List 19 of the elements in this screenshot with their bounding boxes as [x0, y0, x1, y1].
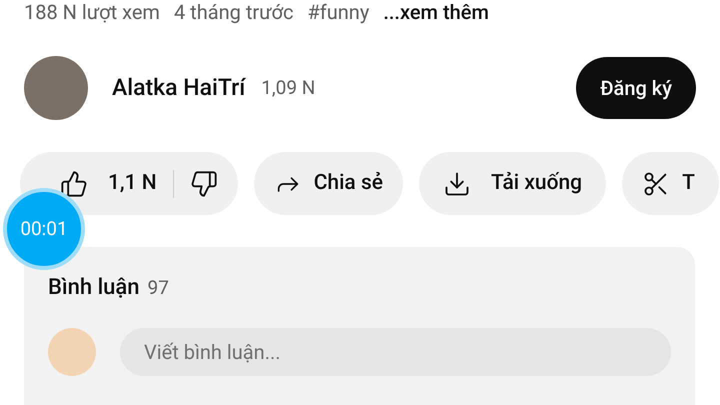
user-avatar: [48, 328, 96, 376]
share-button[interactable]: Chia sẻ: [254, 152, 404, 215]
channel-name[interactable]: Alatka HaiTrí: [112, 70, 246, 106]
hashtag-link[interactable]: #funny: [307, 0, 370, 24]
download-button[interactable]: Tải xuống: [419, 152, 606, 215]
subscribe-button[interactable]: Đăng ký: [576, 57, 696, 119]
thumbs-up-icon: [60, 170, 88, 198]
comment-count: 97: [148, 275, 169, 301]
upload-age: 4 tháng trước: [174, 0, 294, 24]
comments-card[interactable]: Bình luận 97 Viết bình luận...: [24, 247, 695, 405]
comment-input-field[interactable]: Viết bình luận...: [120, 328, 671, 376]
comments-title: Bình luận: [48, 274, 140, 302]
dislike-button[interactable]: [190, 170, 218, 198]
view-count: 188 N lượt xem: [24, 0, 160, 24]
download-icon: [443, 170, 472, 198]
thumbs-down-icon: [190, 170, 218, 198]
show-more-link[interactable]: ...xem thêm: [383, 0, 489, 24]
subscriber-count: 1,09 N: [261, 74, 316, 101]
clip-button[interactable]: T: [622, 152, 719, 215]
